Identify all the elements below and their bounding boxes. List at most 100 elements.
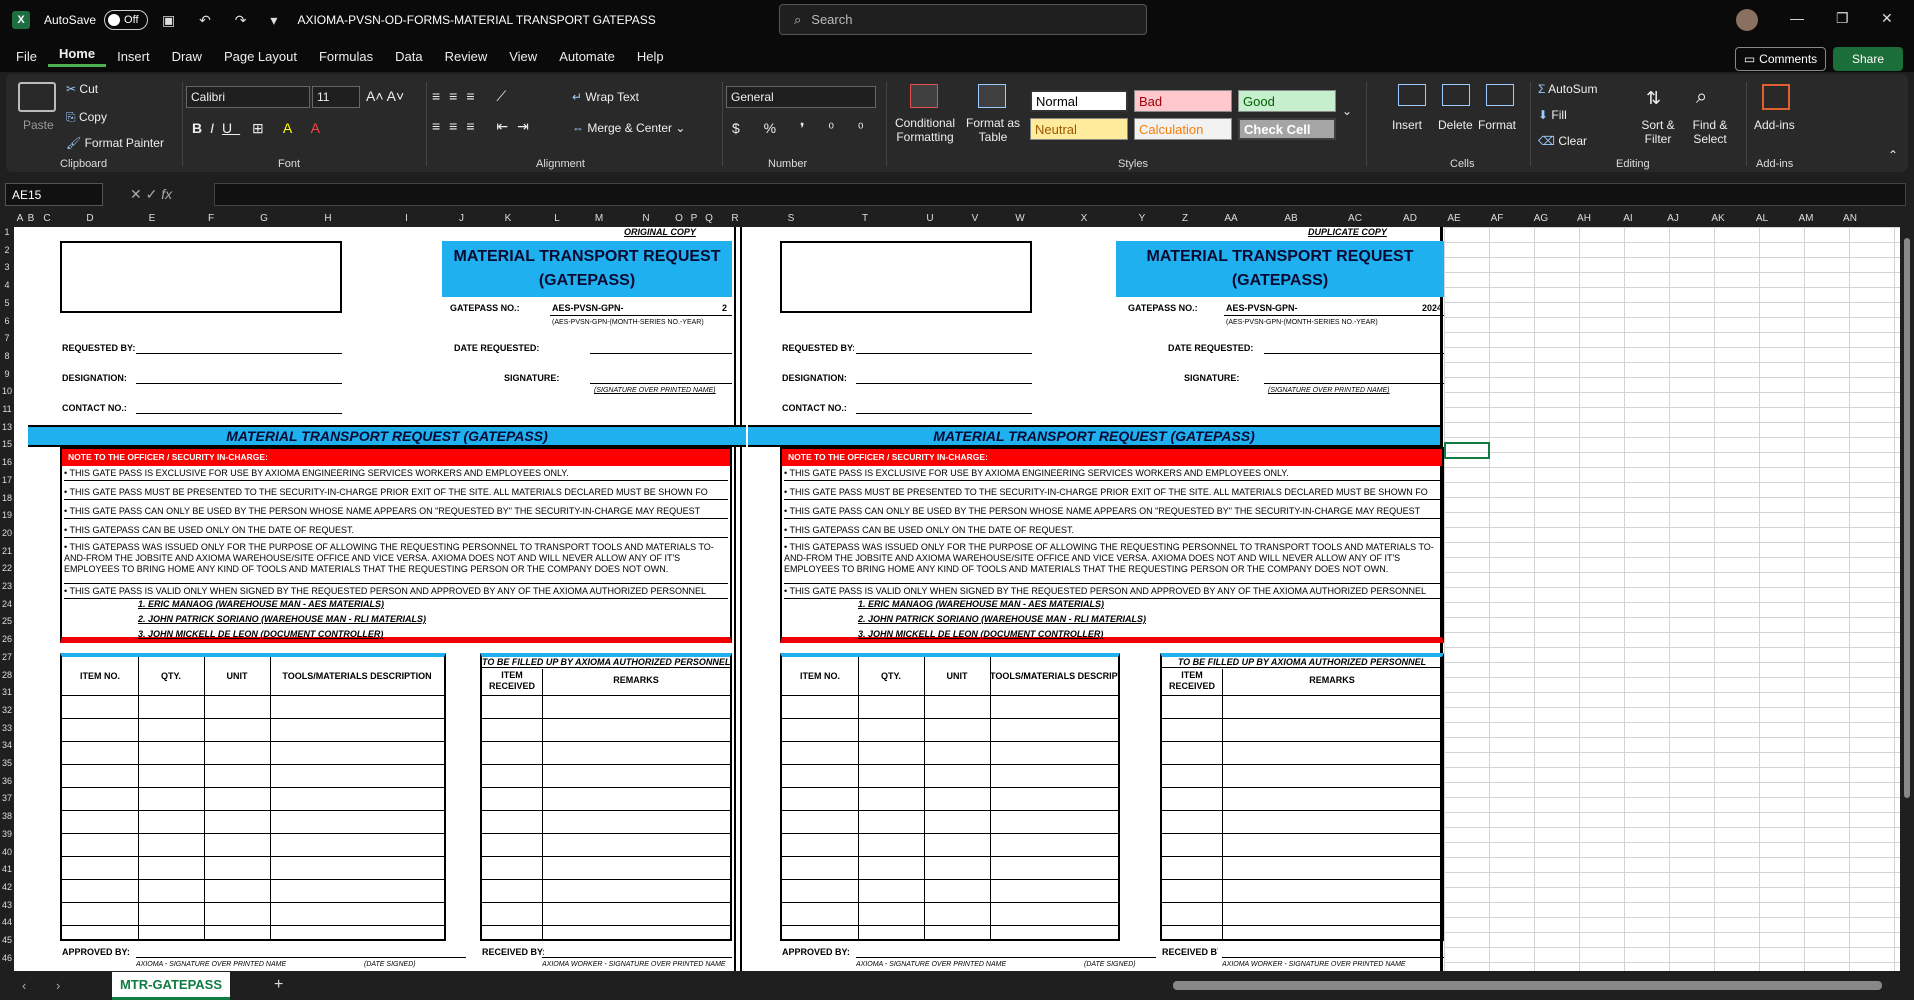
row-header[interactable]: 41: [0, 864, 14, 874]
tab-automate[interactable]: Automate: [548, 49, 626, 64]
quick-access-toolbar[interactable]: ▣ ↶ ↷ ▾: [162, 12, 287, 29]
minimize-icon[interactable]: —: [1790, 10, 1804, 26]
row-header[interactable]: 42: [0, 882, 14, 892]
row-header[interactable]: 4: [0, 280, 14, 290]
conditional-formatting-button[interactable]: Conditional Formatting: [890, 116, 960, 144]
formula-input[interactable]: [214, 183, 1906, 206]
insert-cells-button[interactable]: Insert: [1392, 118, 1422, 132]
user-avatar[interactable]: [1736, 9, 1758, 31]
style-check-cell[interactable]: Check Cell: [1238, 118, 1336, 140]
row-header[interactable]: 35: [0, 758, 14, 768]
row-header[interactable]: 15: [0, 439, 14, 449]
cut-button[interactable]: ✂ Cut: [66, 82, 98, 96]
format-painter-button[interactable]: 🖌 Format Painter: [66, 136, 164, 150]
add-sheet-icon[interactable]: +: [274, 976, 283, 994]
row-header[interactable]: 37: [0, 793, 14, 803]
sort-filter-button[interactable]: Sort & Filter: [1636, 118, 1680, 146]
column-header[interactable]: T: [830, 213, 900, 224]
row-header[interactable]: 23: [0, 581, 14, 591]
style-neutral[interactable]: Neutral: [1030, 118, 1128, 140]
tab-data[interactable]: Data: [384, 49, 433, 64]
column-header[interactable]: AD: [1386, 213, 1434, 224]
tab-home[interactable]: Home: [47, 46, 107, 67]
format-cells-button[interactable]: Format: [1478, 118, 1516, 132]
name-box[interactable]: AE15: [5, 183, 103, 206]
tab-help[interactable]: Help: [626, 49, 675, 64]
column-header[interactable]: Z: [1166, 213, 1204, 224]
column-header[interactable]: O: [670, 213, 688, 224]
row-header[interactable]: 16: [0, 457, 14, 467]
clear-button[interactable]: ⌫ Clear: [1538, 134, 1587, 148]
row-header[interactable]: 43: [0, 900, 14, 910]
column-header[interactable]: D: [58, 213, 122, 224]
column-header[interactable]: AJ: [1650, 213, 1696, 224]
column-header[interactable]: P: [688, 213, 700, 224]
number-format-buttons[interactable]: $ % ❜ ⁰ ⁰: [732, 120, 874, 137]
column-header[interactable]: E: [122, 213, 182, 224]
styles-more-icon[interactable]: ⌄: [1342, 104, 1352, 118]
column-header[interactable]: A: [14, 213, 26, 224]
tab-draw[interactable]: Draw: [161, 49, 213, 64]
row-header[interactable]: 17: [0, 475, 14, 485]
row-header[interactable]: 38: [0, 811, 14, 821]
wrap-text-button[interactable]: ↵ Wrap Text: [572, 90, 639, 104]
tab-formulas[interactable]: Formulas: [308, 49, 384, 64]
column-header[interactable]: I: [368, 213, 445, 224]
row-header[interactable]: 1: [0, 227, 14, 237]
row-header[interactable]: 22: [0, 563, 14, 573]
column-header[interactable]: K: [478, 213, 538, 224]
next-sheet-icon[interactable]: ›: [56, 978, 60, 993]
row-header[interactable]: 44: [0, 917, 14, 927]
column-header[interactable]: AI: [1606, 213, 1650, 224]
number-format-select[interactable]: General: [726, 86, 876, 108]
format-as-table-button[interactable]: Format as Table: [964, 116, 1022, 144]
worksheet[interactable]: ORIGINAL COPY MATERIAL TRANSPORT REQUEST (…: [14, 227, 1900, 971]
row-header[interactable]: 27: [0, 652, 14, 662]
column-headers[interactable]: A B C D E F G H I J K L M N O P Q R S T U V W X Y Z AA AB AC AD AE AF AG…: [0, 213, 1900, 226]
sheet-tab-mtr-gatepass[interactable]: MTR-GATEPASS: [112, 972, 230, 1000]
column-header[interactable]: AN: [1828, 213, 1872, 224]
column-header[interactable]: X: [1050, 213, 1118, 224]
column-header[interactable]: AG: [1520, 213, 1562, 224]
document-title[interactable]: AXIOMA-PVSN-OD-FORMS-MATERIAL TRANSPORT …: [297, 13, 655, 27]
column-header[interactable]: Q: [700, 213, 718, 224]
comments-button[interactable]: ▭ Comments: [1735, 47, 1826, 71]
row-header[interactable]: 28: [0, 670, 14, 680]
tab-file[interactable]: File: [5, 49, 48, 64]
paste-button[interactable]: Paste: [23, 118, 54, 132]
row-header[interactable]: 34: [0, 740, 14, 750]
collapse-ribbon-icon[interactable]: ⌃: [1888, 148, 1898, 162]
row-header[interactable]: 10: [0, 386, 14, 396]
vertical-scrollbar[interactable]: [1902, 228, 1912, 968]
horizontal-align-icon[interactable]: ≡≡≡ ⇤⇥: [432, 118, 538, 135]
column-header[interactable]: AF: [1474, 213, 1520, 224]
find-select-button[interactable]: Find & Select: [1686, 118, 1734, 146]
search-box[interactable]: ⌕ Search: [779, 4, 1147, 35]
row-header[interactable]: 7: [0, 333, 14, 343]
row-header[interactable]: 36: [0, 776, 14, 786]
row-header[interactable]: 6: [0, 316, 14, 326]
autosum-button[interactable]: Σ AutoSum: [1538, 82, 1597, 96]
column-header[interactable]: AA: [1204, 213, 1258, 224]
row-header[interactable]: 18: [0, 493, 14, 503]
column-header[interactable]: W: [990, 213, 1050, 224]
row-header[interactable]: 26: [0, 634, 14, 644]
row-header[interactable]: 20: [0, 528, 14, 538]
column-header[interactable]: C: [36, 213, 58, 224]
column-header[interactable]: AM: [1784, 213, 1828, 224]
font-grow-shrink-icon[interactable]: A˄ A˅: [366, 88, 404, 104]
column-header[interactable]: AB: [1258, 213, 1324, 224]
style-bad[interactable]: Bad: [1134, 90, 1232, 112]
column-header[interactable]: N: [622, 213, 670, 224]
column-header[interactable]: L: [538, 213, 576, 224]
column-header[interactable]: AL: [1740, 213, 1784, 224]
row-header[interactable]: 5: [0, 298, 14, 308]
tab-insert[interactable]: Insert: [106, 49, 161, 64]
tab-page-layout[interactable]: Page Layout: [213, 49, 308, 64]
restore-icon[interactable]: ❐: [1836, 10, 1849, 27]
style-good[interactable]: Good: [1238, 90, 1336, 112]
font-style-buttons[interactable]: BIU ⊞ A A: [192, 120, 328, 137]
fx-icon[interactable]: ✕ ✓ fx: [130, 186, 172, 203]
column-header[interactable]: AH: [1562, 213, 1606, 224]
column-header[interactable]: J: [445, 213, 478, 224]
